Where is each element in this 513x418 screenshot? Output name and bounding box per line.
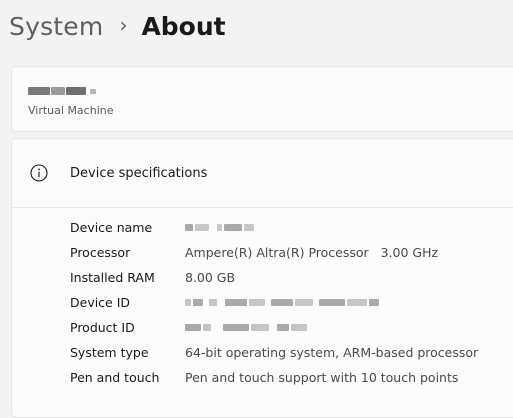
page-title: About — [141, 12, 226, 41]
spec-row-installed-ram: Installed RAM 8.00 GB — [70, 267, 235, 287]
spec-row-pen-and-touch: Pen and touch Pen and touch support with… — [70, 367, 458, 387]
product-id-value-redacted — [185, 323, 307, 331]
breadcrumb-system[interactable]: System — [9, 12, 103, 41]
device-specifications-card: Device specifications Device name Proces… — [11, 138, 513, 418]
spec-label: Processor — [70, 244, 131, 260]
specs-title: Device specifications — [70, 166, 208, 181]
spec-value: 64-bit operating system, ARM-based proce… — [185, 344, 479, 360]
device-id-value-redacted — [185, 298, 379, 306]
spec-row-device-id: Device ID — [70, 292, 379, 312]
spec-row-device-name: Device name — [70, 217, 254, 237]
spec-value: 8.00 GB — [185, 269, 236, 285]
breadcrumb: System › About — [9, 12, 226, 41]
spec-value: Ampere(R) Altra(R) Processor 3.00 GHz — [185, 244, 439, 260]
spec-label: Device name — [70, 219, 153, 235]
spec-row-system-type: System type 64-bit operating system, ARM… — [70, 342, 478, 362]
spec-row-processor: Processor Ampere(R) Altra(R) Processor 3… — [70, 242, 438, 262]
device-summary-card: Virtual Machine — [11, 66, 513, 132]
spec-label: Pen and touch — [70, 369, 160, 385]
device-kind: Virtual Machine — [28, 104, 114, 117]
spec-value: Pen and touch support with 10 touch poin… — [185, 369, 459, 385]
spec-row-product-id: Product ID — [70, 317, 307, 337]
chevron-right-icon: › — [119, 12, 128, 37]
spec-label: Device ID — [70, 294, 131, 310]
device-name-redacted — [28, 87, 96, 95]
info-circle-icon — [30, 164, 48, 182]
specs-header[interactable]: Device specifications — [12, 139, 513, 208]
spec-label: Installed RAM — [70, 269, 155, 285]
device-name-value-redacted — [185, 223, 254, 231]
spec-label: System type — [70, 344, 149, 360]
spec-label: Product ID — [70, 319, 135, 335]
